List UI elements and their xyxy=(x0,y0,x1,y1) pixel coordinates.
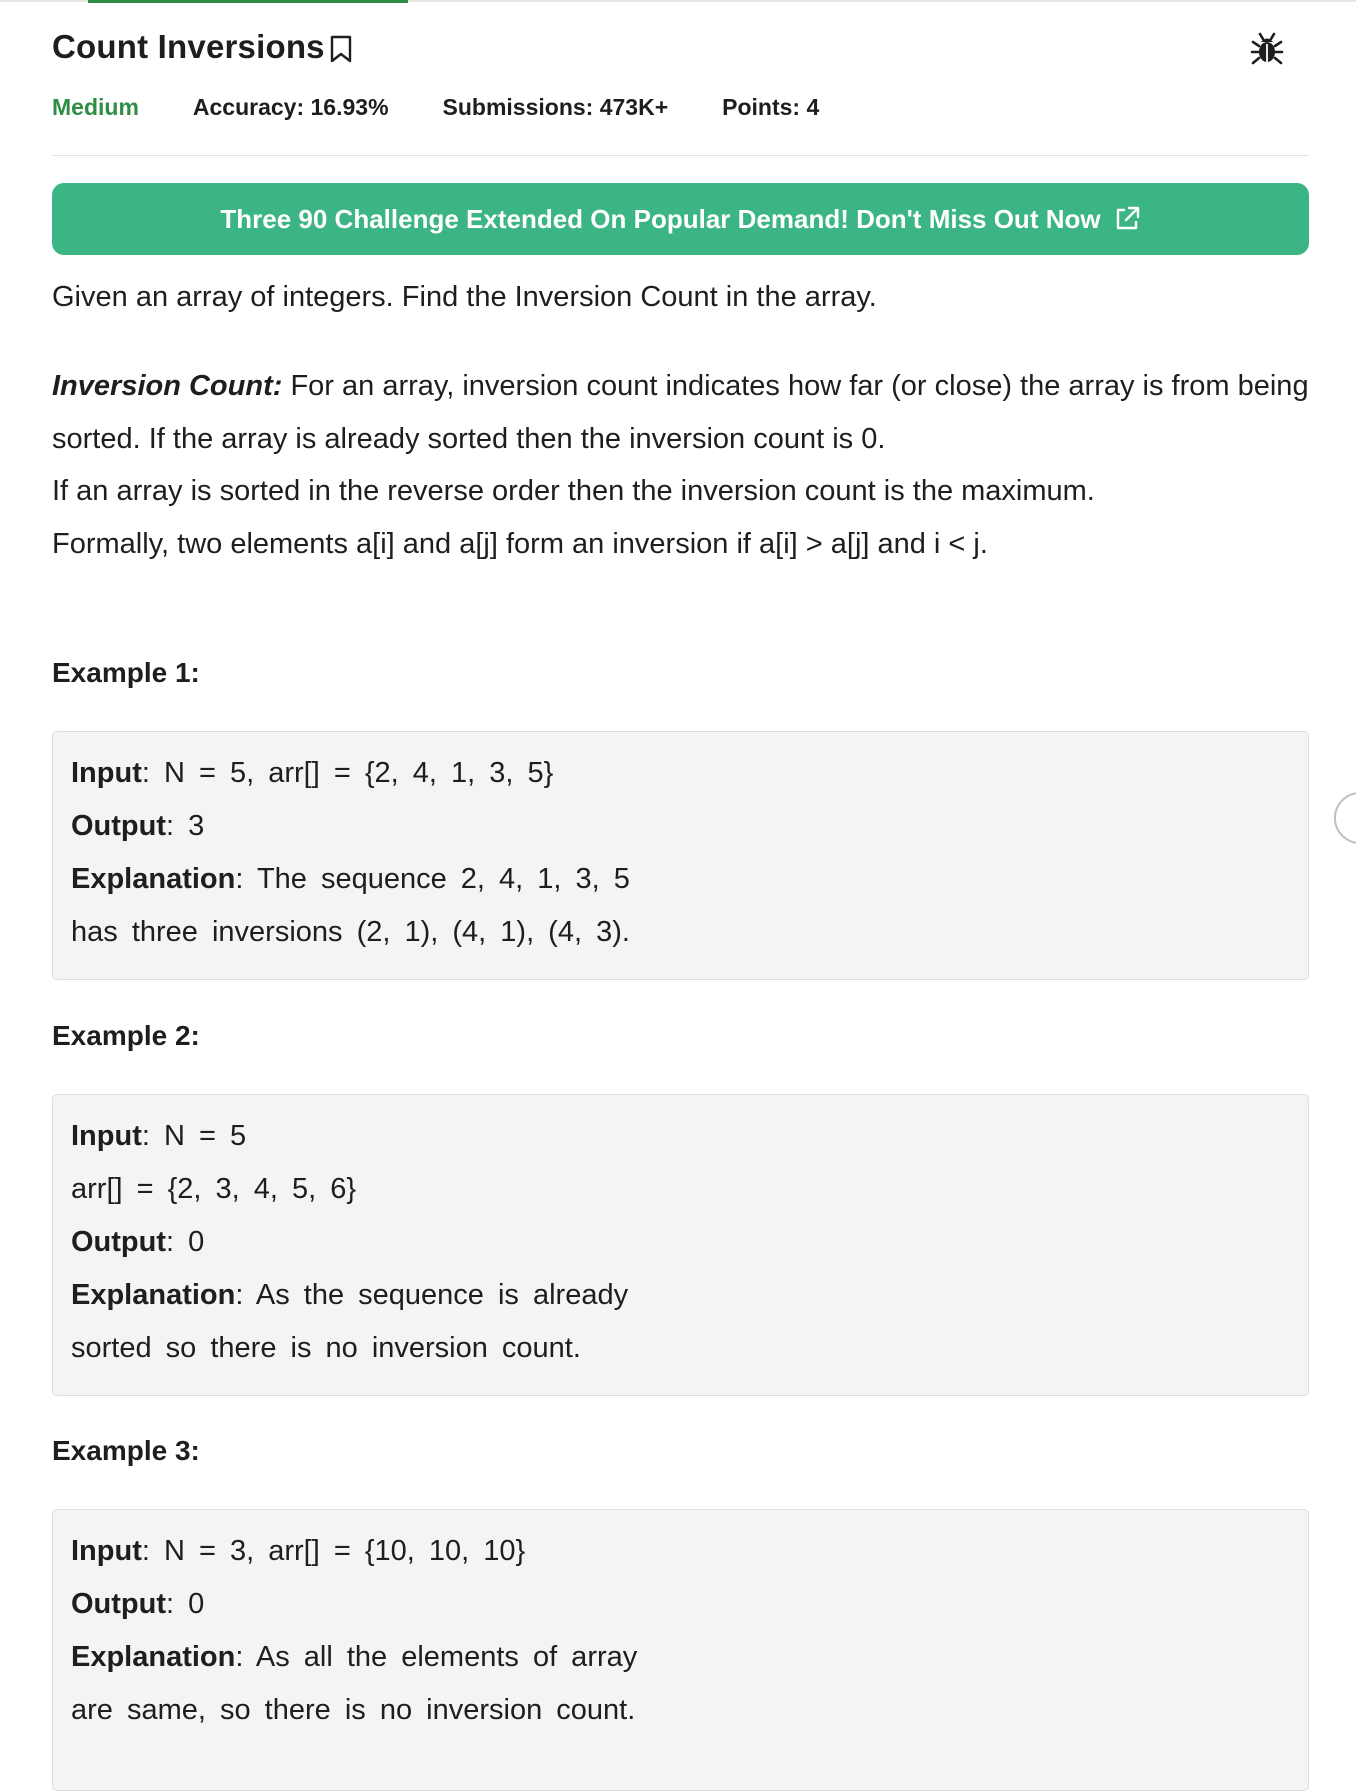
problem-header: Count Inversions xyxy=(52,28,1310,68)
reverse-note: If an array is sorted in the reverse ord… xyxy=(52,475,1095,507)
example-text: : N = 5, arr[] = {2, 4, 1, 3, 5} xyxy=(141,757,554,789)
example-text: : N = 5 xyxy=(141,1120,247,1152)
example-text: : As all the elements of array xyxy=(235,1641,638,1673)
example-heading: Example 1: xyxy=(52,657,200,688)
example-box: Input: N = 5 arr[] = {2, 3, 4, 5, 6} Out… xyxy=(52,1094,1309,1396)
points-stat: Points: 4 xyxy=(722,94,820,120)
title-row: Count Inversions xyxy=(52,28,1310,66)
banner-text: Three 90 Challenge Extended On Popular D… xyxy=(220,203,1101,234)
example-line: has three inversions (2, 1), (4, 1), (4,… xyxy=(71,916,630,949)
example-text: : The sequence 2, 4, 1, 3, 5 xyxy=(235,863,630,895)
example-text: : As the sequence is already xyxy=(235,1279,629,1311)
example-line: Input: N = 3, arr[] = {10, 10, 10} xyxy=(71,1535,525,1568)
example-line: Output: 0 xyxy=(71,1588,204,1621)
example-text: : 0 xyxy=(166,1226,205,1258)
example-text: arr[] = {2, 3, 4, 5, 6} xyxy=(71,1173,357,1205)
formal-definition: Formally, two elements a[i] and a[j] for… xyxy=(52,527,988,560)
problem-stats: Medium Accuracy: 16.93% Submissions: 473… xyxy=(52,94,873,121)
bug-icon[interactable] xyxy=(1250,32,1284,66)
example-label: Explanation xyxy=(71,863,236,895)
example-text: : N = 3, arr[] = {10, 10, 10} xyxy=(141,1535,526,1567)
example-label: Output xyxy=(71,1588,167,1620)
definition-term: Inversion Count: xyxy=(52,370,283,402)
example-label: Input xyxy=(71,1535,142,1567)
scroll-handle[interactable] xyxy=(1334,792,1356,844)
example-line: Input: N = 5, arr[] = {2, 4, 1, 3, 5} xyxy=(71,757,553,790)
external-link-icon xyxy=(1116,206,1139,230)
example-text: : 0 xyxy=(166,1588,205,1620)
example-label: Input xyxy=(71,1120,142,1152)
example-box: Input: N = 5, arr[] = {2, 4, 1, 3, 5} Ou… xyxy=(52,731,1309,980)
example-line: Explanation: The sequence 2, 4, 1, 3, 5 xyxy=(71,863,630,896)
problem-title: Count Inversions xyxy=(52,28,325,65)
difficulty-label: Medium xyxy=(52,94,139,120)
example-line: Explanation: As all the elements of arra… xyxy=(71,1641,637,1674)
header-divider xyxy=(52,155,1309,156)
example-text: : 3 xyxy=(166,810,205,842)
example-line: are same, so there is no inversion count… xyxy=(71,1694,635,1727)
example-heading: Example 2: xyxy=(52,1020,200,1051)
example-label: Output xyxy=(71,1226,167,1258)
active-tab-indicator xyxy=(88,0,408,3)
example-text: has three inversions (2, 1), (4, 1), (4,… xyxy=(71,916,630,948)
example-box: Input: N = 3, arr[] = {10, 10, 10} Outpu… xyxy=(52,1509,1309,1791)
example-label: Explanation xyxy=(71,1641,236,1673)
problem-intro: Given an array of integers. Find the Inv… xyxy=(52,281,877,313)
bookmark-icon[interactable] xyxy=(329,35,353,63)
example-line: arr[] = {2, 3, 4, 5, 6} xyxy=(71,1173,356,1206)
example-line: Output: 3 xyxy=(71,810,204,843)
example-line: Output: 0 xyxy=(71,1226,204,1259)
example-label: Explanation xyxy=(71,1279,236,1311)
example-heading: Example 3: xyxy=(52,1435,200,1466)
example-line: Input: N = 5 xyxy=(71,1120,246,1153)
accuracy-stat: Accuracy: 16.93% xyxy=(192,94,389,120)
example-line: Explanation: As the sequence is already xyxy=(71,1279,628,1312)
submissions-stat: Submissions: 473K+ xyxy=(442,94,669,120)
example-label: Output xyxy=(71,810,167,842)
example-label: Input xyxy=(71,757,142,789)
example-text: sorted so there is no inversion count. xyxy=(71,1332,581,1364)
example-line: sorted so there is no inversion count. xyxy=(71,1332,581,1365)
example-text: are same, so there is no inversion count… xyxy=(71,1694,636,1726)
challenge-banner[interactable]: Three 90 Challenge Extended On Popular D… xyxy=(52,183,1309,255)
problem-definition: Inversion Count: For an array, inversion… xyxy=(52,360,1322,570)
